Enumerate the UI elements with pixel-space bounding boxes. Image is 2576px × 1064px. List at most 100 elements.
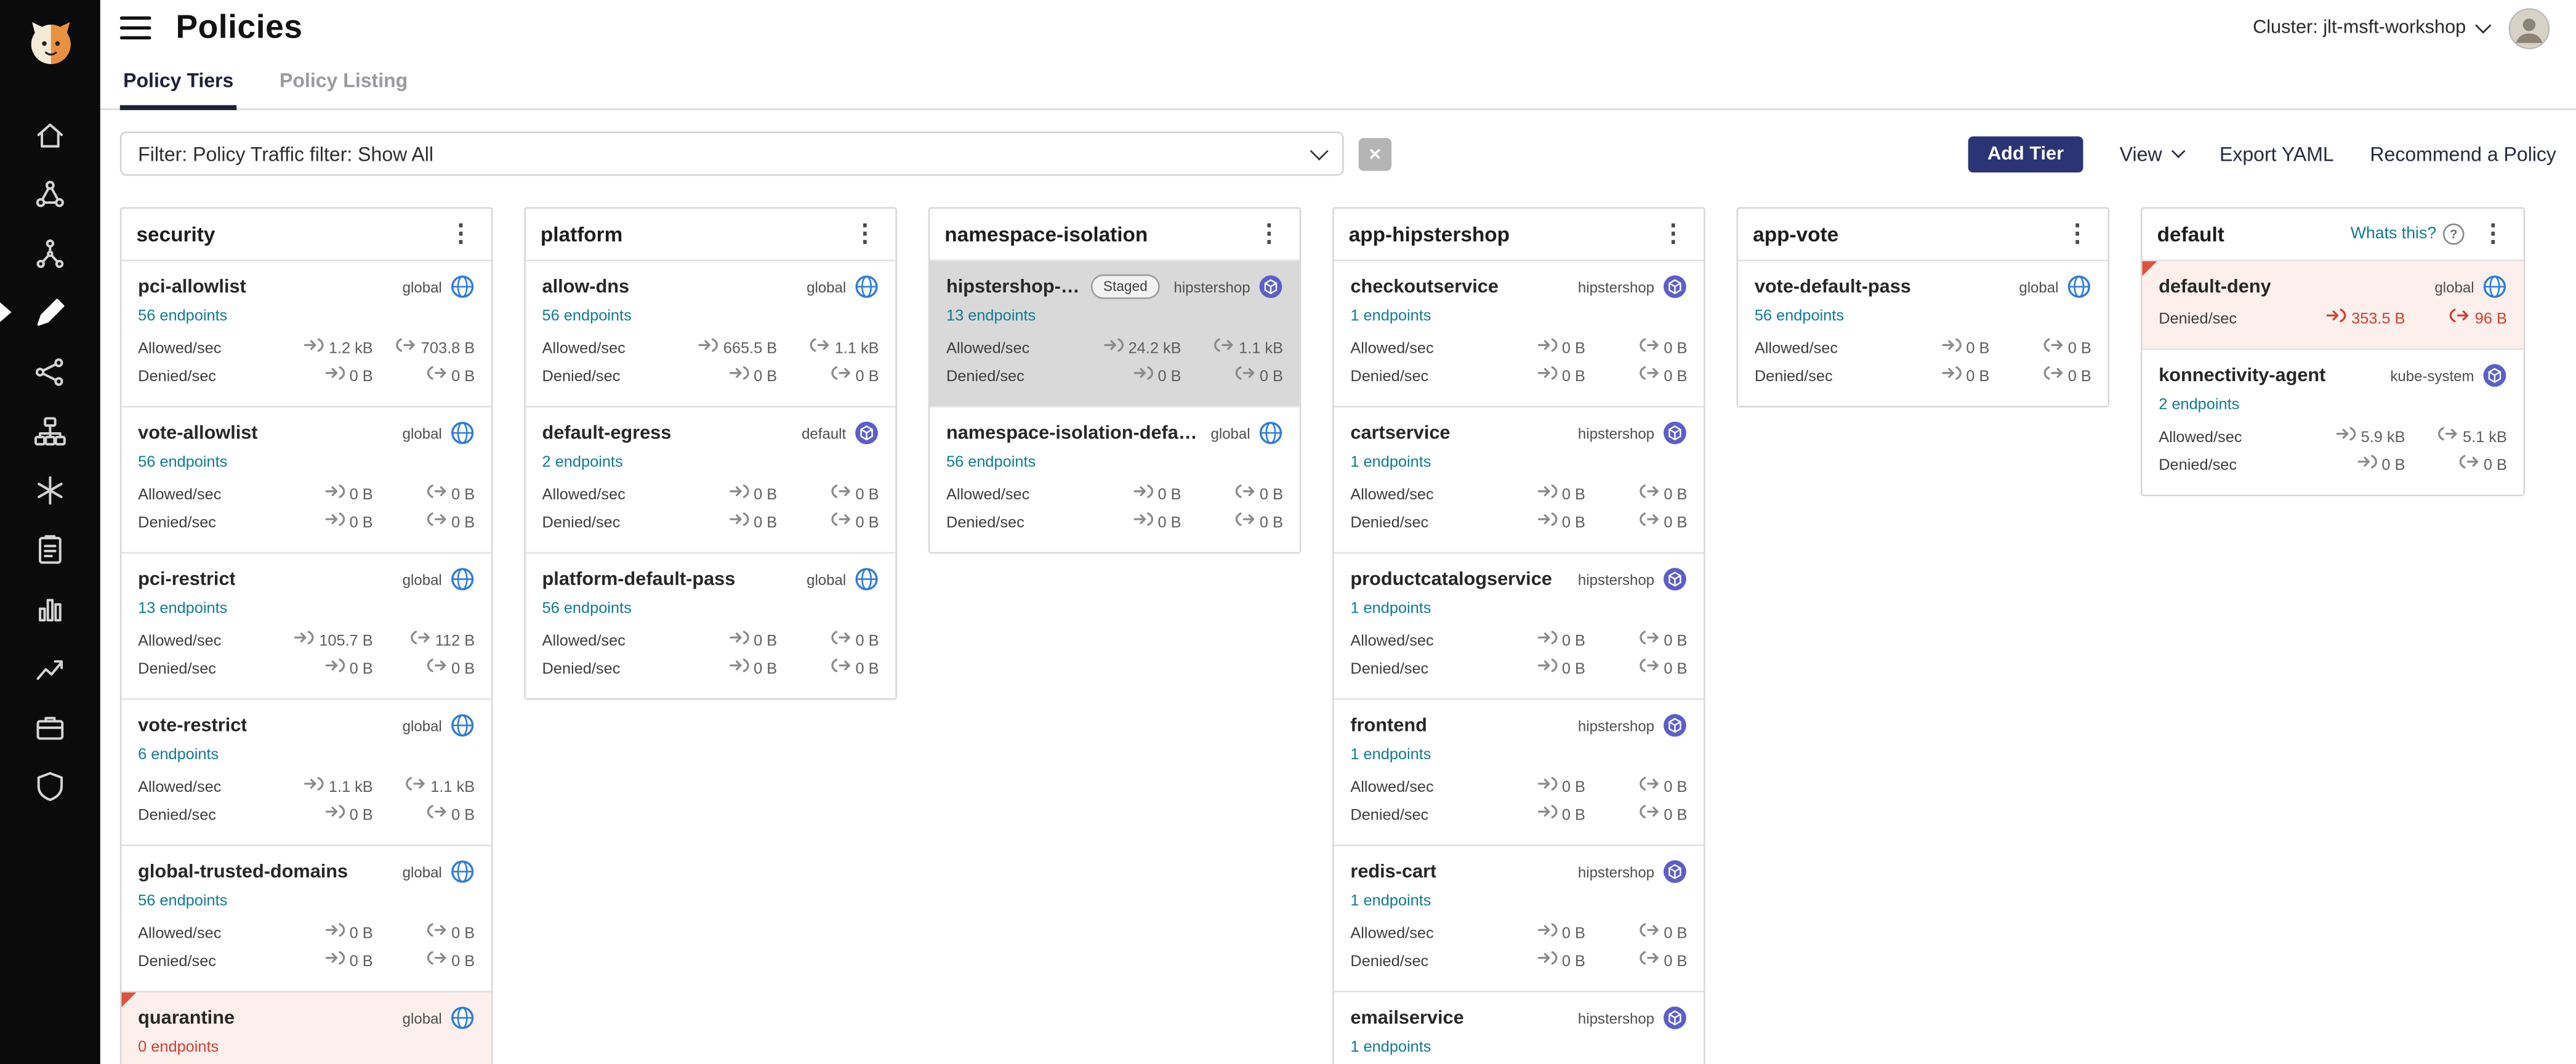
user-avatar[interactable] [2509,7,2550,49]
tier-menu-button[interactable]: ⋮ [1657,222,1689,246]
chevron-down-icon [2475,17,2491,33]
endpoints-link[interactable]: 2 endpoints [542,453,623,471]
clear-filter-button[interactable]: × [1359,137,1391,170]
policy-card-header: checkoutservice hipstershop [1350,275,1687,299]
sidebar-item-activity[interactable] [0,578,100,637]
endpoints-link[interactable]: 6 endpoints [138,746,219,764]
ingress-arrow-icon [1537,774,1557,802]
policy-card[interactable]: vote-allowlist global 56 endpoints Allow… [121,406,491,552]
policy-card[interactable]: productcatalogservice hipstershop 1 endp… [1334,552,1704,698]
endpoints-link[interactable]: 1 endpoints [1350,600,1431,618]
cluster-selector[interactable]: Cluster: jlt-msft-workshop [2253,18,2489,38]
policy-card[interactable]: redis-cart hipstershop 1 endpoints Allow… [1334,845,1704,991]
sidebar-item-timeline[interactable] [0,637,100,696]
sidebar-item-endpoints[interactable] [0,401,100,460]
policy-card[interactable]: default-egress default 2 endpoints Allow… [526,406,895,552]
export-yaml-button[interactable]: Export YAML [2220,142,2334,165]
endpoints-icon [33,413,67,448]
sidebar-item-service-graph[interactable] [0,224,100,283]
egress-value: 96 B [2418,305,2507,333]
recommend-policy-button[interactable]: Recommend a Policy [2370,142,2556,165]
sidebar-item-threat-defense[interactable] [0,756,100,815]
policy-scope: global [389,571,441,587]
policy-scope: default [789,425,846,441]
policy-card-header: productcatalogservice hipstershop [1350,567,1687,592]
ingress-value: 0 B [1484,509,1585,537]
policy-card[interactable]: konnectivity-agent kube-system 2 endpoin… [2143,349,2524,494]
tier-menu-button[interactable]: ⋮ [2062,222,2093,246]
policy-card-header: emailservice hipstershop [1350,1006,1687,1030]
endpoints-link[interactable]: 13 endpoints [946,307,1036,325]
sidebar-item-nodes[interactable] [0,460,100,519]
brand-logo-icon[interactable] [20,13,79,72]
stat-label: Allowed/sec [1350,335,1483,363]
sidebar-item-clusters[interactable] [0,164,100,224]
endpoints-link[interactable]: 56 endpoints [138,307,227,325]
policy-card[interactable]: cartservice hipstershop 1 endpoints Allo… [1334,406,1704,552]
egress-value: 0 B [1598,627,1687,655]
tier-menu-button[interactable]: ⋮ [2477,222,2509,246]
endpoints-link[interactable]: 0 endpoints [138,1038,219,1056]
staged-badge: Staged [1090,275,1161,299]
timeline-icon [33,650,67,684]
endpoints-link[interactable]: 13 endpoints [138,600,227,618]
sidebar-item-workloads[interactable] [0,696,100,756]
egress-arrow-icon [427,363,446,391]
tier-menu-button[interactable]: ⋮ [445,222,477,246]
endpoints-link[interactable]: 1 endpoints [1350,307,1431,325]
traffic-filter-select[interactable]: Filter: Policy Traffic filter: Show All [120,131,1344,175]
endpoints-link[interactable]: 2 endpoints [2159,396,2239,414]
policy-card[interactable]: pci-restrict global 13 endpoints Allowed… [121,552,491,698]
policy-card[interactable]: namespace-isolation-default-p... global … [930,406,1299,552]
egress-value: 0 B [386,363,475,391]
stat-label: Denied/sec [542,363,675,391]
whats-this-link[interactable]: Whats this?? [2351,224,2465,245]
policy-card[interactable]: vote-default-pass global 56 endpoints Al… [1738,260,2107,406]
ingress-value: 0 B [1484,482,1585,509]
endpoints-link[interactable]: 56 endpoints [1755,307,1844,325]
tier-menu-button[interactable]: ⋮ [850,222,881,246]
endpoints-link[interactable]: 56 endpoints [138,453,227,471]
view-dropdown[interactable]: View [2120,142,2184,165]
sidebar-item-compliance[interactable] [0,519,100,578]
policy-card[interactable]: pci-allowlist global 56 endpoints Allowe… [121,260,491,406]
help-circle-icon: ? [2443,224,2465,245]
menu-icon[interactable] [120,16,151,39]
ingress-arrow-icon [729,482,749,509]
egress-value: 703.8 B [386,335,475,363]
sidebar-item-policies[interactable] [0,283,100,342]
policy-card[interactable]: quarantine global 0 endpoints [121,991,491,1064]
stat-label: Allowed/sec [2159,424,2303,451]
egress-arrow-icon [427,482,446,509]
tab-policy-tiers[interactable]: Policy Tiers [120,56,237,110]
endpoints-link[interactable]: 56 endpoints [138,892,227,910]
sidebar-item-home[interactable] [0,105,100,164]
endpoints-link[interactable]: 56 endpoints [946,454,1036,472]
stat-row: Allowed/sec 0 B 0 B [1350,482,1687,509]
egress-value: 0 B [790,363,879,391]
endpoints-link[interactable]: 1 endpoints [1350,892,1431,910]
endpoints-link[interactable]: 56 endpoints [542,307,632,325]
policy-card[interactable]: allow-dns global 56 endpoints Allowed/se… [526,260,895,406]
policy-card[interactable]: vote-restrict global 6 endpoints Allowed… [121,698,491,844]
policy-card[interactable]: hipstershop-gh... Staged hipstershop 13 … [930,260,1299,406]
policy-card[interactable]: emailservice hipstershop 1 endpoints All… [1334,991,1704,1064]
egress-value: 0 B [1598,509,1687,537]
tier-header: app-vote ⋮ [1738,209,2107,260]
tab-policy-listing[interactable]: Policy Listing [276,56,411,110]
tier-menu-button[interactable]: ⋮ [1254,222,1285,246]
policy-card[interactable]: platform-default-pass global 56 endpoint… [526,552,895,698]
policy-scope: hipstershop [1565,278,1655,295]
add-tier-button[interactable]: Add Tier [1968,135,2083,172]
policy-card[interactable]: global-trusted-domains global 56 endpoin… [121,845,491,991]
policy-card[interactable]: frontend hipstershop 1 endpoints Allowed… [1334,698,1704,844]
endpoints-link[interactable]: 1 endpoints [1350,453,1431,471]
endpoints-link[interactable]: 56 endpoints [542,600,632,618]
sidebar-item-network-sets[interactable] [0,342,100,401]
egress-arrow-icon [427,802,446,829]
policy-card[interactable]: default-deny global Denied/sec 353.5 B 9… [2143,260,2524,349]
egress-value: 0 B [790,509,879,537]
policy-card[interactable]: checkoutservice hipstershop 1 endpoints … [1334,260,1704,406]
endpoints-link[interactable]: 1 endpoints [1350,1038,1431,1056]
endpoints-link[interactable]: 1 endpoints [1350,746,1431,764]
